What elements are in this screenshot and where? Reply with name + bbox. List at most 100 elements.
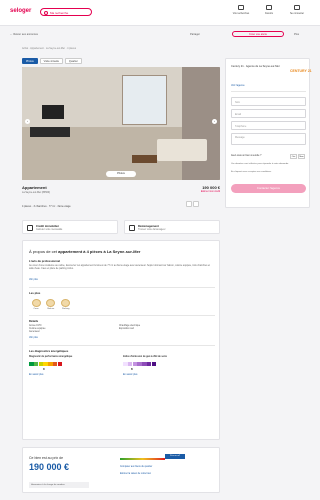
privacy-note: Vos données sont utilisées pour répondre… <box>231 163 289 165</box>
credit-card-title: Crédit immobilier <box>36 224 60 228</box>
about-title: À propos de cet appartement à 4 pièces à… <box>29 249 140 254</box>
gallery-photo-tv <box>42 105 64 119</box>
cellar-icon <box>31 299 41 307</box>
about-divider <box>29 345 215 346</box>
tab-photos[interactable]: Photos <box>22 58 38 64</box>
details-heading: Détails <box>29 319 39 323</box>
email-field[interactable]: Email <box>231 109 306 118</box>
listing-actions <box>185 201 199 208</box>
plus-item-parking: Parking <box>59 299 73 310</box>
gallery-next-chevron-icon[interactable]: › <box>212 119 217 124</box>
media-tabs: Photos Visite virtuelle Quartier <box>22 58 83 64</box>
location-pin-icon[interactable] <box>193 201 199 207</box>
credit-card[interactable]: Crédit immobilier Calculez votre mensual… <box>22 220 118 234</box>
no-option[interactable]: Non <box>298 154 305 159</box>
about-divider <box>29 315 215 316</box>
agency-link[interactable]: Voir l'agence <box>231 84 245 87</box>
search-icon <box>238 5 244 10</box>
read-more-link[interactable]: Voir plus <box>29 279 38 281</box>
ges-value: B <box>131 368 133 371</box>
property-type: Appartement <box>22 185 47 190</box>
header-favorites[interactable]: Favoris <box>256 5 282 15</box>
truck-icon <box>129 225 135 231</box>
back-to-listings-link[interactable]: ← Retour aux annonces <box>10 33 38 36</box>
tab-neighborhood[interactable]: Quartier <box>64 58 82 64</box>
photo-gallery[interactable]: ‹ › Photos <box>22 67 220 180</box>
name-field[interactable]: Nom <box>231 97 306 106</box>
dpe-segment <box>57 362 63 366</box>
pro-opinion-text: Au cœur d'une résidence au calme, découv… <box>29 265 210 271</box>
about-divider <box>29 287 215 288</box>
plus-item-cave: Cave <box>29 299 43 310</box>
user-icon <box>294 5 300 10</box>
site-logo[interactable]: seloger <box>10 8 31 14</box>
my-search-button[interactable]: Ma recherche <box>40 8 92 16</box>
gallery-photo-cabinet <box>30 127 70 137</box>
favorite-heart-icon[interactable] <box>186 201 192 207</box>
header-login[interactable]: Se connecter <box>284 5 310 15</box>
compare-link[interactable]: Comparer aux biens du quartier <box>120 466 152 468</box>
agency-name: Century 21 · Agence de La Seyne-sur-Mer <box>231 65 280 68</box>
yes-option[interactable]: Oui <box>290 154 297 159</box>
price-scale-bar <box>120 458 165 460</box>
ges-scale <box>123 362 157 367</box>
price-box: Ce bien est au prix de 190 000 € Honorai… <box>22 447 220 493</box>
dpe-label: Diagnostic de performance énergétique <box>29 356 73 358</box>
header-favorites-label: Favoris <box>265 11 273 15</box>
gallery-photo-table <box>132 155 157 163</box>
all-photos-button[interactable]: Photos <box>106 171 136 177</box>
breadcrumb[interactable]: Achat · Appartement · La Seyne-sur-Mer ·… <box>22 47 76 50</box>
phone-field[interactable]: Téléphone <box>231 121 306 130</box>
dpe-value: D <box>43 368 45 371</box>
property-features: 4 pièces · 3 chambres · 77 m² · 3ème éta… <box>22 205 71 208</box>
dpe-scale <box>29 362 63 367</box>
ges-more-link[interactable]: En savoir plus <box>123 374 137 376</box>
contact-agency-button[interactable]: Contacter l'agence <box>231 184 306 193</box>
sell-question: Avez-vous un bien à vendre ? <box>231 155 262 157</box>
pro-opinion-heading: L'avis du professionnel <box>29 259 61 263</box>
gallery-prev-chevron-icon[interactable]: ‹ <box>25 119 30 124</box>
create-alert-button[interactable]: Créer une alerte <box>232 31 284 37</box>
plus-item-parking-label: Parking <box>61 308 70 310</box>
moving-card-subtitle: Trouvez votre déménageur <box>138 228 166 231</box>
header-my-searches-label: Vos recherches <box>232 11 250 15</box>
search-icon <box>44 10 48 15</box>
detail-item: Exposition sud <box>119 328 134 331</box>
heart-icon <box>266 5 272 10</box>
share-button[interactable]: Partager <box>190 33 200 36</box>
ges-label: Indice d'émission de gaz à effet de serr… <box>123 356 167 358</box>
sidebar-divider <box>231 91 306 92</box>
property-price: 190 000 € <box>202 185 220 190</box>
fees-note: Honoraires à la charge du vendeur <box>29 482 89 488</box>
moving-card-title: Déménagement <box>138 224 159 228</box>
plus-item-balcony-label: Balcon <box>47 308 55 310</box>
ges-segment <box>151 362 157 366</box>
agency-logo: CENTURY 21 <box>290 69 312 73</box>
plus-item-cave-label: Cave <box>33 308 39 310</box>
balcony-icon <box>46 299 56 307</box>
gallery-photo-sofa <box>157 139 207 161</box>
terms-note[interactable]: En cliquant vous acceptez nos conditions… <box>231 171 307 174</box>
header-login-label: Se connecter <box>289 11 305 15</box>
estimate-link[interactable]: Estimer la valeur de votre bien <box>120 473 151 475</box>
property-address[interactable]: La Seyne-sur-Mer (83500) <box>22 191 50 194</box>
moving-card[interactable]: Déménagement Trouvez votre déménageur <box>124 220 220 234</box>
contact-sidebar: Century 21 · Agence de La Seyne-sur-Mer … <box>225 58 312 208</box>
estimate-credit-link[interactable]: Estimer mon crédit <box>176 191 220 193</box>
detail-item: Ascenseur <box>29 331 40 334</box>
tab-virtual-tour[interactable]: Visite virtuelle <box>39 58 64 64</box>
about-section: À propos de cet appartement à 4 pièces à… <box>22 240 220 440</box>
dpe-more-link[interactable]: En savoir plus <box>29 374 43 376</box>
bank-icon <box>27 225 33 231</box>
more-button[interactable]: Plus <box>294 33 299 36</box>
credit-card-subtitle: Calculez votre mensualité <box>36 228 63 231</box>
diagnostics-heading: Les diagnostics énergétiques <box>29 349 69 353</box>
plus-list: Cave Balcon Parking <box>29 299 73 310</box>
details-more-link[interactable]: Voir plus <box>29 337 38 339</box>
plus-heading: Les plus <box>29 291 41 295</box>
parking-icon <box>61 299 71 307</box>
header-my-searches[interactable]: Vos recherches <box>228 5 254 15</box>
message-field[interactable]: Message <box>231 133 306 145</box>
service-cards: Crédit immobilier Calculez votre mensual… <box>22 220 220 234</box>
price-per-sqm-badge: Prix au m² <box>165 454 185 459</box>
